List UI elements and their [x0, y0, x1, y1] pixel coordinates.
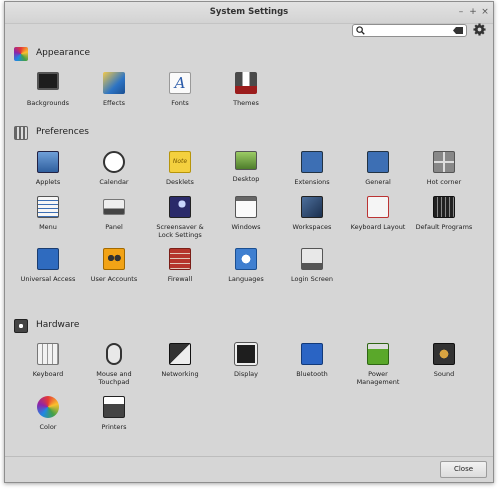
- fonts-icon: A: [169, 72, 191, 94]
- item-applets[interactable]: Applets: [15, 151, 81, 186]
- keyboard-icon: [37, 343, 59, 365]
- wrench-icon: [367, 151, 389, 173]
- search-icon: [356, 26, 365, 35]
- workspaces-icon: [301, 196, 323, 218]
- brick-wall-icon: [169, 248, 191, 270]
- item-keyboard[interactable]: Keyboard: [15, 343, 81, 378]
- suit-icon: [235, 72, 257, 94]
- item-panel[interactable]: Panel: [81, 196, 147, 231]
- section-title-hardware: Hardware: [36, 320, 80, 330]
- item-desktop[interactable]: Desktop: [213, 151, 279, 183]
- clock-icon: [103, 151, 125, 173]
- signal-bars-icon: [169, 343, 191, 365]
- hardware-icon: [14, 319, 28, 333]
- applets-icon: [37, 151, 59, 173]
- screensaver-icon: [169, 196, 191, 218]
- section-title-appearance: Appearance: [36, 48, 91, 58]
- item-login-screen[interactable]: Login Screen: [279, 248, 345, 283]
- item-menu[interactable]: Menu: [15, 196, 81, 231]
- item-bluetooth[interactable]: Bluetooth: [279, 343, 345, 378]
- item-languages[interactable]: Languages: [213, 248, 279, 283]
- maximize-button[interactable]: +: [468, 6, 478, 18]
- item-hot-corner[interactable]: Hot corner: [411, 151, 477, 186]
- item-printers[interactable]: Printers: [81, 396, 147, 431]
- item-power-management[interactable]: Power Management: [345, 343, 411, 386]
- item-desklets[interactable]: Note Desklets: [147, 151, 213, 186]
- minimize-button[interactable]: –: [456, 6, 466, 18]
- extensions-gear-icon: [301, 151, 323, 173]
- item-keyboard-layout[interactable]: Keyboard Layout: [345, 196, 411, 231]
- login-screen-icon: [301, 248, 323, 270]
- film-icon: [433, 196, 455, 218]
- battery-icon: [367, 343, 389, 365]
- mouse-icon: [106, 343, 122, 365]
- window-icon: [235, 196, 257, 218]
- window-title: System Settings: [209, 7, 289, 17]
- bluetooth-icon: [301, 343, 323, 365]
- footer-bar: Close: [5, 456, 493, 482]
- speaker-icon: [433, 343, 455, 365]
- item-firewall[interactable]: Firewall: [147, 248, 213, 283]
- item-extensions[interactable]: Extensions: [279, 151, 345, 186]
- hot-corner-icon: [433, 151, 455, 173]
- item-general[interactable]: General: [345, 151, 411, 186]
- item-default-programs[interactable]: Default Programs: [411, 196, 477, 231]
- item-display[interactable]: Display: [213, 342, 279, 378]
- item-themes[interactable]: Themes: [213, 72, 279, 107]
- item-sound[interactable]: Sound: [411, 343, 477, 378]
- keyboard-layout-icon: [367, 196, 389, 218]
- note-icon: Note: [169, 151, 191, 173]
- item-backgrounds[interactable]: Backgrounds: [15, 72, 81, 107]
- globe-icon: [235, 248, 257, 270]
- panel-icon: [103, 199, 125, 215]
- titlebar: System Settings – + ×: [5, 2, 493, 24]
- item-workspaces[interactable]: Workspaces: [279, 196, 345, 231]
- effects-icon: [103, 72, 125, 94]
- printer-icon: [103, 396, 125, 418]
- settings-content: Appearance Backgrounds Effects A Fonts T…: [5, 38, 493, 458]
- search-input[interactable]: [367, 25, 447, 36]
- item-effects[interactable]: Effects: [81, 72, 147, 107]
- menu-icon: [37, 196, 59, 218]
- color-wheel-icon: [37, 396, 59, 418]
- item-universal-access[interactable]: Universal Access: [15, 248, 81, 283]
- gear-icon[interactable]: [473, 23, 486, 36]
- item-mouse-touchpad[interactable]: Mouse and Touchpad: [81, 343, 147, 386]
- item-fonts[interactable]: A Fonts: [147, 72, 213, 107]
- item-color[interactable]: Color: [15, 396, 81, 431]
- item-screensaver[interactable]: Screensaver & Lock Settings: [147, 196, 213, 239]
- item-networking[interactable]: Networking: [147, 343, 213, 378]
- appearance-icon: [14, 47, 28, 61]
- item-user-accounts[interactable]: User Accounts: [81, 248, 147, 283]
- close-button[interactable]: Close: [440, 461, 487, 478]
- system-settings-window: System Settings – + × Appearance Backgro…: [4, 1, 494, 483]
- desktop-icon: [235, 151, 257, 170]
- preferences-icon: [14, 126, 28, 140]
- close-window-button[interactable]: ×: [480, 6, 490, 18]
- item-calendar[interactable]: Calendar: [81, 151, 147, 186]
- section-title-preferences: Preferences: [36, 127, 89, 137]
- search-field[interactable]: [352, 24, 467, 37]
- item-windows[interactable]: Windows: [213, 196, 279, 231]
- clear-search-icon[interactable]: [453, 27, 463, 34]
- display-icon: [234, 342, 258, 366]
- monitor-icon: [37, 72, 59, 90]
- accessibility-icon: [37, 248, 59, 270]
- users-icon: [103, 248, 125, 270]
